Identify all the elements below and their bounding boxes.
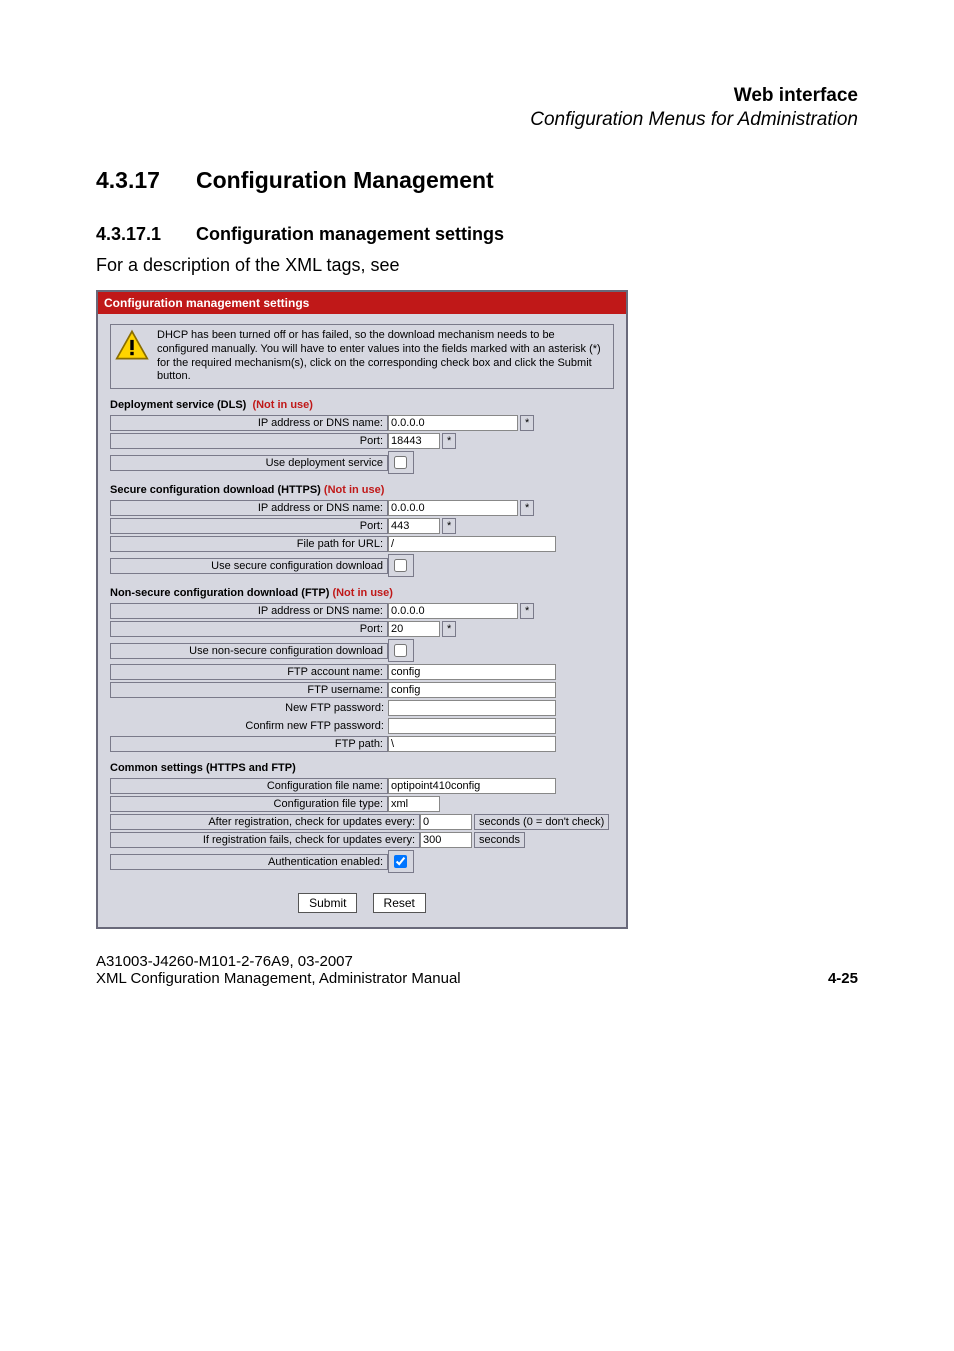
dls-ip-label: IP address or DNS name: <box>110 415 388 431</box>
ftp-confirmpw-input[interactable] <box>388 718 556 734</box>
ftp-heading: Non-secure configuration download (FTP) … <box>110 587 614 599</box>
ftp-user-label: FTP username: <box>110 682 388 698</box>
https-port-input[interactable] <box>388 518 440 534</box>
common-filetype-label: Configuration file type: <box>110 796 388 812</box>
ftp-port-input[interactable] <box>388 621 440 637</box>
common-iffail-trail: seconds <box>474 832 525 848</box>
dls-ip-input[interactable] <box>388 415 518 431</box>
https-path-input[interactable] <box>388 536 556 552</box>
ftp-use-checkbox[interactable] <box>394 644 407 657</box>
common-iffail-input[interactable] <box>420 832 472 848</box>
common-filetype-input[interactable] <box>388 796 440 812</box>
section-number: 4.3.17 <box>96 167 196 194</box>
info-box: DHCP has been turned off or has failed, … <box>110 324 614 389</box>
ftp-use-label: Use non-secure configuration download <box>110 643 388 659</box>
ftp-account-label: FTP account name: <box>110 664 388 680</box>
common-auth-checkbox[interactable] <box>394 855 407 868</box>
common-filename-input[interactable] <box>388 778 556 794</box>
https-heading: Secure configuration download (HTTPS) (N… <box>110 484 614 496</box>
common-iffail-label: If registration fails, check for updates… <box>110 832 420 848</box>
ftp-not-in-use: (Not in use) <box>332 587 393 599</box>
footer-page-number: 4-25 <box>828 970 858 987</box>
dls-port-input[interactable] <box>388 433 440 449</box>
dls-port-label: Port: <box>110 433 388 449</box>
footer-line1: A31003-J4260-M101-2-76A9, 03-2007 <box>96 953 461 970</box>
common-heading: Common settings (HTTPS and FTP) <box>110 762 614 774</box>
ftp-port-label: Port: <box>110 621 388 637</box>
subsection-number: 4.3.17.1 <box>96 224 196 245</box>
ftp-ip-label: IP address or DNS name: <box>110 603 388 619</box>
dls-use-label: Use deployment service <box>110 455 388 471</box>
submit-button[interactable]: Submit <box>298 893 357 913</box>
ftp-newpw-input[interactable] <box>388 700 556 716</box>
common-afterreg-input[interactable] <box>420 814 472 830</box>
ftp-path-label: FTP path: <box>110 736 388 752</box>
subsection-title: Configuration management settings <box>196 224 504 244</box>
dls-heading: Deployment service (DLS) (Not in use) <box>110 399 614 411</box>
ftp-account-input[interactable] <box>388 664 556 680</box>
common-afterreg-label: After registration, check for updates ev… <box>110 814 420 830</box>
asterisk-mark: * <box>442 621 456 637</box>
https-not-in-use: (Not in use) <box>324 484 385 496</box>
https-path-label: File path for URL: <box>110 536 388 552</box>
page-header: Web interface Configuration Menus for Ad… <box>96 85 858 131</box>
header-title: Web interface <box>96 85 858 107</box>
https-ip-input[interactable] <box>388 500 518 516</box>
asterisk-mark: * <box>520 500 534 516</box>
section-heading: 4.3.17Configuration Management <box>96 167 858 194</box>
asterisk-mark: * <box>520 603 534 619</box>
intro-text: For a description of the XML tags, see <box>96 255 858 276</box>
common-filename-label: Configuration file name: <box>110 778 388 794</box>
asterisk-mark: * <box>520 415 534 431</box>
header-subtitle: Configuration Menus for Administration <box>96 109 858 131</box>
ftp-ip-input[interactable] <box>388 603 518 619</box>
asterisk-mark: * <box>442 433 456 449</box>
ftp-path-input[interactable] <box>388 736 556 752</box>
https-ip-label: IP address or DNS name: <box>110 500 388 516</box>
config-panel: Configuration management settings DHCP h… <box>96 290 628 929</box>
https-port-label: Port: <box>110 518 388 534</box>
panel-title: Configuration management settings <box>98 292 626 314</box>
ftp-newpw-label: New FTP password: <box>110 701 388 715</box>
reset-button[interactable]: Reset <box>373 893 426 913</box>
section-title: Configuration Management <box>196 167 494 193</box>
footer-line2: XML Configuration Management, Administra… <box>96 970 461 987</box>
page-footer: A31003-J4260-M101-2-76A9, 03-2007 XML Co… <box>96 953 858 987</box>
subsection-heading: 4.3.17.1Configuration management setting… <box>96 224 858 245</box>
common-auth-label: Authentication enabled: <box>110 854 388 870</box>
warning-icon <box>115 329 149 361</box>
dls-use-checkbox[interactable] <box>394 456 407 469</box>
https-use-label: Use secure configuration download <box>110 558 388 574</box>
info-text: DHCP has been turned off or has failed, … <box>157 329 609 384</box>
asterisk-mark: * <box>442 518 456 534</box>
common-afterreg-trail: seconds (0 = don't check) <box>474 814 609 830</box>
https-use-checkbox[interactable] <box>394 559 407 572</box>
ftp-user-input[interactable] <box>388 682 556 698</box>
dls-not-in-use: (Not in use) <box>252 399 313 411</box>
ftp-confirmpw-label: Confirm new FTP password: <box>110 719 388 733</box>
